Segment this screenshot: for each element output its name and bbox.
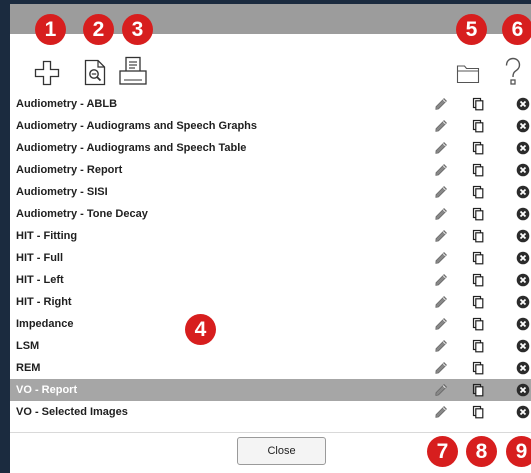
callout-4: 4	[185, 314, 216, 345]
template-row[interactable]: HIT - Left	[10, 269, 531, 291]
template-row[interactable]: Audiometry - Audiograms and Speech Table	[10, 137, 531, 159]
template-name: Audiometry - Tone Decay	[16, 208, 148, 220]
help-icon[interactable]	[502, 57, 524, 87]
delete-icon[interactable]	[516, 339, 530, 353]
callout-1: 1	[35, 14, 66, 45]
edit-pencil-icon[interactable]	[434, 339, 448, 353]
copy-icon[interactable]	[471, 383, 485, 397]
template-row[interactable]: HIT - Fitting	[10, 225, 531, 247]
template-row[interactable]: Audiometry - Report	[10, 159, 531, 181]
delete-icon[interactable]	[516, 163, 530, 177]
template-name: HIT - Fitting	[16, 230, 78, 242]
callout-2: 2	[83, 14, 114, 45]
edit-pencil-icon[interactable]	[434, 383, 448, 397]
template-row[interactable]: VO - Report	[10, 379, 531, 401]
copy-icon[interactable]	[471, 295, 485, 309]
delete-icon[interactable]	[516, 207, 530, 221]
edit-pencil-icon[interactable]	[434, 185, 448, 199]
edit-pencil-icon[interactable]	[434, 141, 448, 155]
callout-5: 5	[456, 14, 487, 45]
template-row[interactable]: Audiometry - ABLB	[10, 93, 531, 115]
edit-pencil-icon[interactable]	[434, 163, 448, 177]
callout-8: 8	[466, 436, 497, 467]
copy-icon[interactable]	[471, 119, 485, 133]
delete-icon[interactable]	[516, 383, 530, 397]
delete-icon[interactable]	[516, 229, 530, 243]
template-row[interactable]: VO - Selected Images	[10, 401, 531, 423]
print-icon[interactable]	[118, 56, 148, 86]
delete-icon[interactable]	[516, 119, 530, 133]
template-name: Audiometry - Audiograms and Speech Table	[16, 142, 247, 154]
delete-icon[interactable]	[516, 251, 530, 265]
template-name: LSM	[16, 340, 40, 352]
template-name: VO - Report	[16, 384, 78, 396]
template-name: HIT - Full	[16, 252, 64, 264]
template-name: Audiometry - ABLB	[16, 98, 118, 110]
delete-icon[interactable]	[516, 405, 530, 419]
close-button[interactable]: Close	[237, 437, 326, 465]
template-name: Audiometry - Audiograms and Speech Graph…	[16, 120, 258, 132]
preview-icon[interactable]	[84, 59, 106, 86]
template-name: REM	[16, 362, 41, 374]
edit-pencil-icon[interactable]	[434, 251, 448, 265]
delete-icon[interactable]	[516, 273, 530, 287]
template-row[interactable]: HIT - Full	[10, 247, 531, 269]
delete-icon[interactable]	[516, 361, 530, 375]
template-name: HIT - Left	[16, 274, 64, 286]
edit-pencil-icon[interactable]	[434, 295, 448, 309]
template-row[interactable]: Audiometry - Audiograms and Speech Graph…	[10, 115, 531, 137]
copy-icon[interactable]	[471, 251, 485, 265]
template-row[interactable]: HIT - Right	[10, 291, 531, 313]
template-name: VO - Selected Images	[16, 406, 128, 418]
copy-icon[interactable]	[471, 163, 485, 177]
edit-pencil-icon[interactable]	[434, 119, 448, 133]
footer-divider	[10, 432, 531, 433]
callout-7: 7	[427, 436, 458, 467]
callout-9: 9	[506, 436, 531, 467]
delete-icon[interactable]	[516, 97, 530, 111]
copy-icon[interactable]	[471, 361, 485, 375]
copy-icon[interactable]	[471, 229, 485, 243]
copy-icon[interactable]	[471, 339, 485, 353]
edit-pencil-icon[interactable]	[434, 317, 448, 331]
template-row[interactable]: LSM	[10, 335, 531, 357]
callout-6: 6	[502, 14, 531, 45]
add-icon[interactable]	[34, 60, 60, 86]
edit-pencil-icon[interactable]	[434, 405, 448, 419]
template-name: Audiometry - Report	[16, 164, 123, 176]
delete-icon[interactable]	[516, 295, 530, 309]
copy-icon[interactable]	[471, 207, 485, 221]
delete-icon[interactable]	[516, 141, 530, 155]
copy-icon[interactable]	[471, 141, 485, 155]
template-name: Audiometry - SISI	[16, 186, 108, 198]
edit-pencil-icon[interactable]	[434, 229, 448, 243]
copy-icon[interactable]	[471, 317, 485, 331]
template-list[interactable]: Audiometry - ABLB Audiometry - Audiograms…	[10, 93, 531, 423]
copy-icon[interactable]	[471, 273, 485, 287]
copy-icon[interactable]	[471, 185, 485, 199]
template-row[interactable]: Audiometry - SISI	[10, 181, 531, 203]
template-row[interactable]: Audiometry - Tone Decay	[10, 203, 531, 225]
folder-icon[interactable]	[456, 62, 480, 84]
edit-pencil-icon[interactable]	[434, 207, 448, 221]
callout-3: 3	[122, 14, 153, 45]
delete-icon[interactable]	[516, 317, 530, 331]
template-name: Impedance	[16, 318, 74, 330]
copy-icon[interactable]	[471, 405, 485, 419]
edit-pencil-icon[interactable]	[434, 97, 448, 111]
template-name: HIT - Right	[16, 296, 72, 308]
template-row[interactable]: REM	[10, 357, 531, 379]
edit-pencil-icon[interactable]	[434, 273, 448, 287]
report-templates-dialog: Audiometry - ABLB Audiometry - Audiograms…	[10, 4, 531, 473]
template-row[interactable]: Impedance	[10, 313, 531, 335]
delete-icon[interactable]	[516, 185, 530, 199]
edit-pencil-icon[interactable]	[434, 361, 448, 375]
copy-icon[interactable]	[471, 97, 485, 111]
